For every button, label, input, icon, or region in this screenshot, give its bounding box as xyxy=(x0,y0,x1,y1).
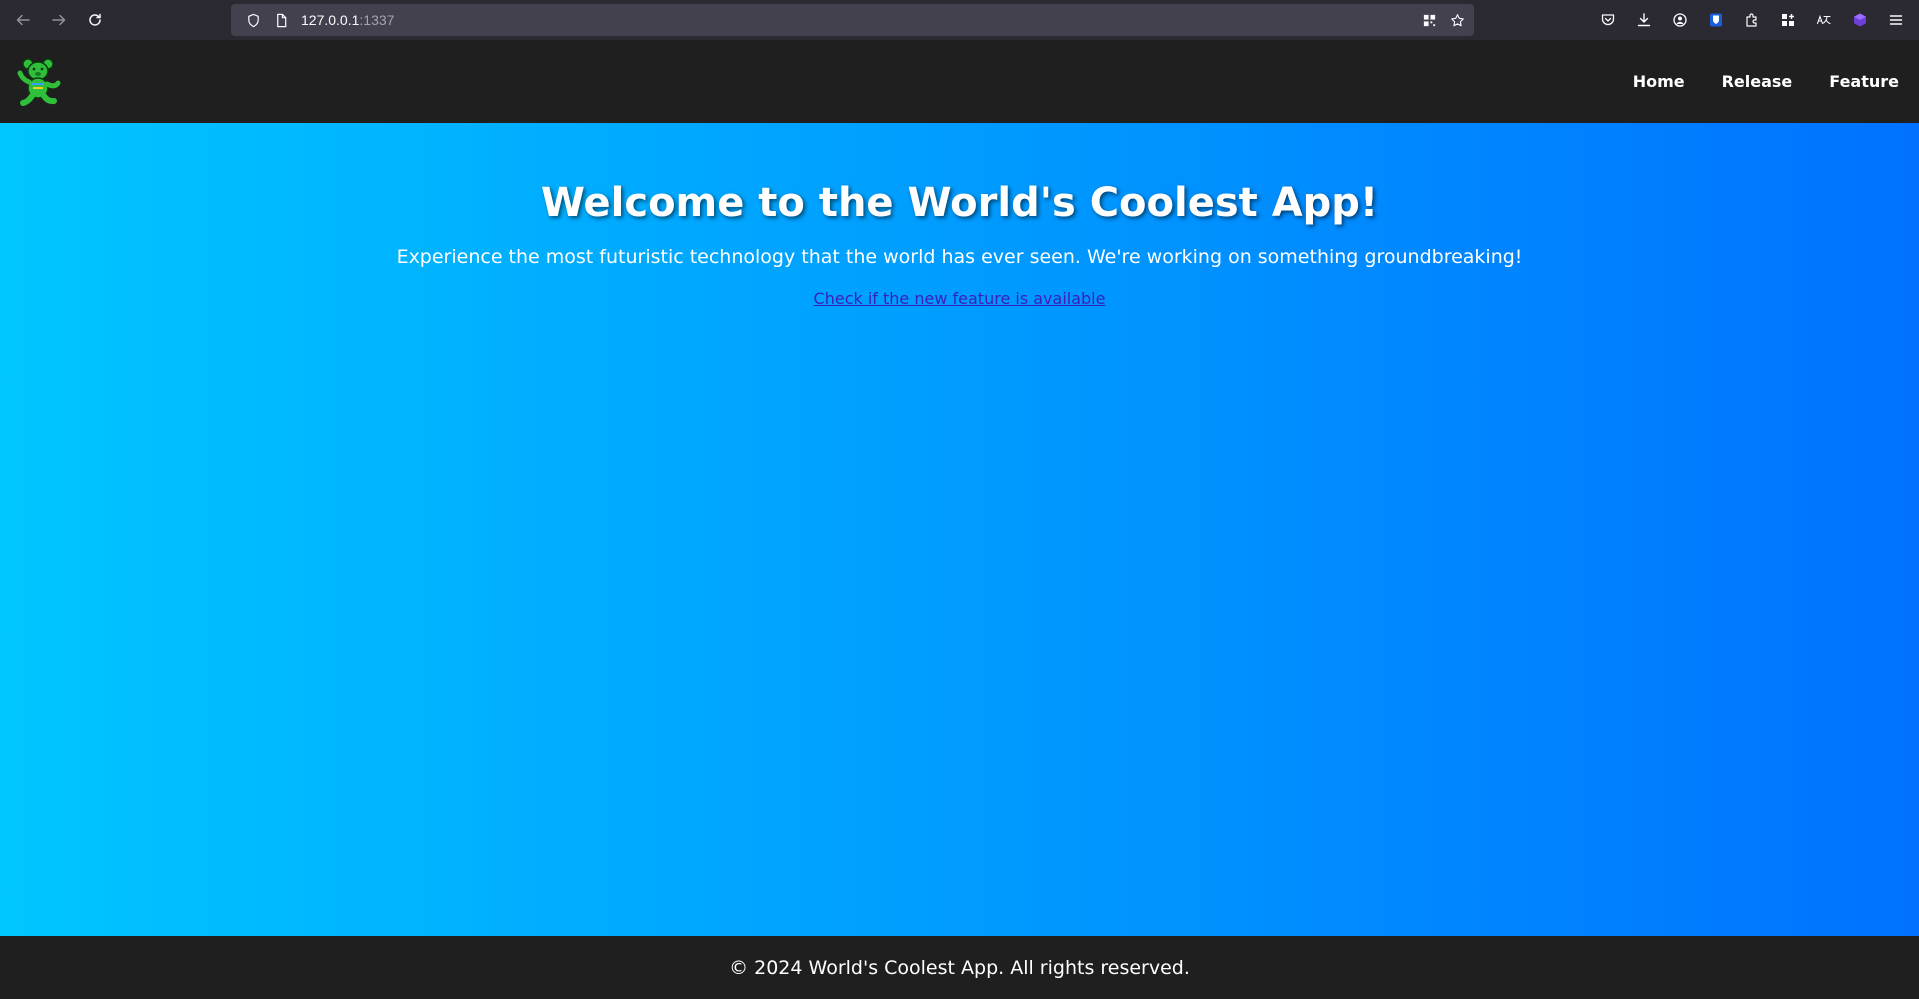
check-feature-link[interactable]: Check if the new feature is available xyxy=(814,289,1106,308)
translate-icon[interactable] xyxy=(1806,0,1842,40)
bookmark-star-icon[interactable] xyxy=(1446,9,1468,31)
shield-icon[interactable] xyxy=(239,4,267,36)
back-arrow-icon xyxy=(16,14,30,26)
reload-button[interactable] xyxy=(77,0,113,40)
url-port: :1337 xyxy=(359,12,395,28)
site-footer: © 2024 World's Coolest App. All rights r… xyxy=(0,936,1919,999)
url-host: 127.0.0.1 xyxy=(301,12,360,28)
url-text[interactable]: 127.0.0.1:1337 xyxy=(301,12,394,28)
forward-arrow-icon xyxy=(52,14,66,26)
site-header: Home Release Feature xyxy=(0,40,1919,123)
extensions-icon[interactable] xyxy=(1734,0,1770,40)
hero-section: Welcome to the World's Coolest App! Expe… xyxy=(0,123,1919,936)
main-nav: Home Release Feature xyxy=(1596,72,1899,91)
account-icon[interactable] xyxy=(1662,0,1698,40)
nav-feature-link[interactable]: Feature xyxy=(1829,72,1899,91)
back-button[interactable] xyxy=(5,0,41,40)
cube-extension-icon[interactable] xyxy=(1842,0,1878,40)
pocket-icon[interactable] xyxy=(1590,0,1626,40)
nav-release-link[interactable]: Release xyxy=(1722,72,1793,91)
forward-button[interactable] xyxy=(41,0,77,40)
hero-subtitle: Experience the most futuristic technolog… xyxy=(396,246,1523,268)
reload-icon xyxy=(89,13,101,26)
qr-code-icon[interactable] xyxy=(1418,9,1440,31)
browser-toolbar: 127.0.0.1:1337 xyxy=(0,0,1919,40)
dancing-bear-logo-icon[interactable] xyxy=(17,57,61,107)
downloads-icon[interactable] xyxy=(1626,0,1662,40)
address-bar[interactable]: 127.0.0.1:1337 xyxy=(231,4,1474,36)
nav-home-link[interactable]: Home xyxy=(1633,72,1685,91)
hamburger-menu-icon[interactable] xyxy=(1878,0,1914,40)
footer-copyright: © 2024 World's Coolest App. All rights r… xyxy=(729,956,1190,979)
grid-apps-icon[interactable] xyxy=(1770,0,1806,40)
hero-title: Welcome to the World's Coolest App! xyxy=(540,180,1379,226)
page-icon[interactable] xyxy=(267,4,295,36)
bitwarden-icon[interactable] xyxy=(1698,0,1734,40)
